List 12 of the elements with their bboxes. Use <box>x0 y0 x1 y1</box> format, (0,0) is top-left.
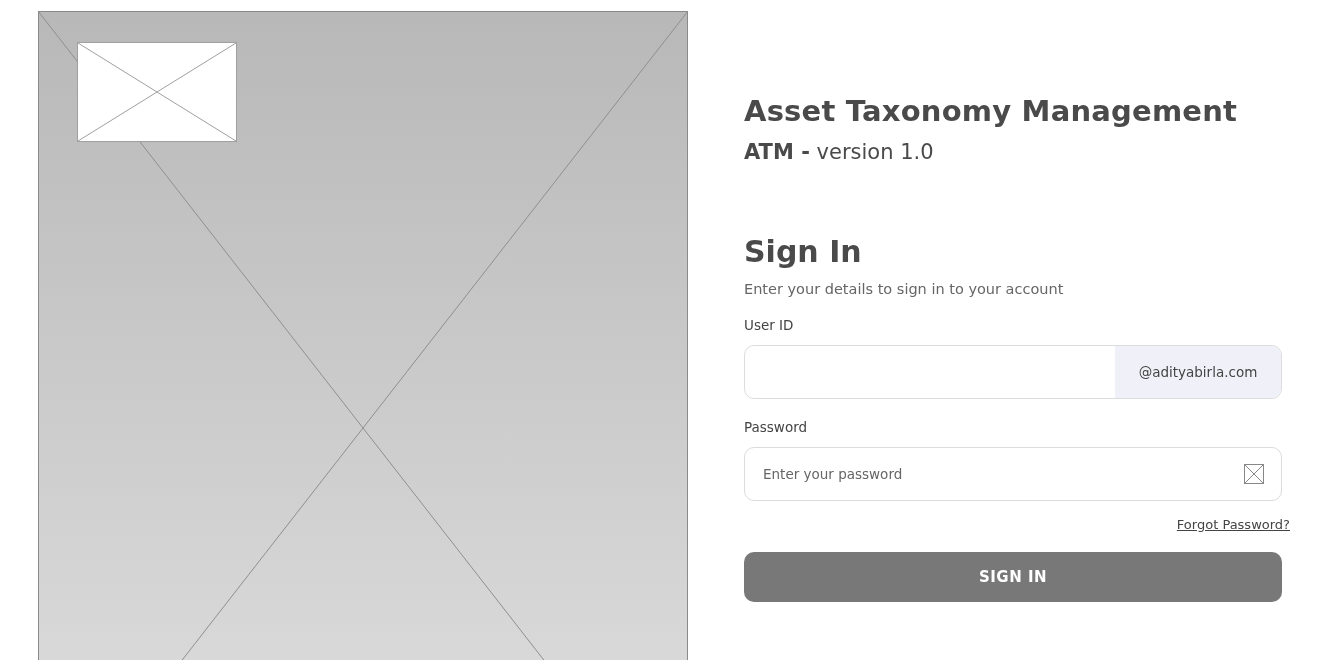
domain-suffix: @adityabirla.com <box>1115 346 1281 398</box>
app-title: Asset Taxonomy Management <box>744 93 1239 130</box>
field-label: User ID <box>744 317 795 333</box>
version-text: ATM - version 1.0 <box>744 139 935 166</box>
password-field[interactable]: Enter your password <box>744 447 1282 501</box>
form-description: Enter your details to sign in to your account <box>744 281 1065 297</box>
forgot-password-link[interactable]: Forgot Password? <box>1176 517 1290 532</box>
field-label: Password <box>744 419 809 435</box>
form-heading: Sign In <box>744 233 863 271</box>
user-id-field[interactable]: @adityabirla.com <box>744 345 1282 399</box>
sign-in-button[interactable]: SIGN IN <box>744 552 1282 602</box>
image-placeholder-icon[interactable] <box>1244 464 1264 484</box>
